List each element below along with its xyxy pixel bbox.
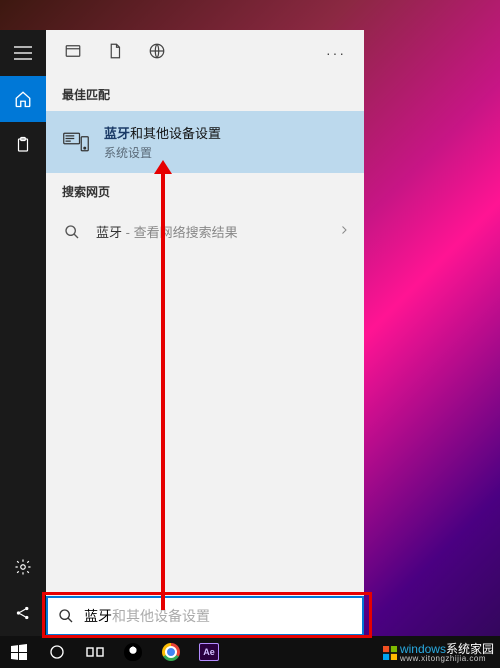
clipboard-icon bbox=[14, 136, 32, 154]
search-icon bbox=[62, 224, 82, 240]
document-icon bbox=[106, 42, 124, 60]
globe-icon bbox=[148, 42, 166, 60]
chevron-right-icon bbox=[338, 223, 350, 241]
menu-icon bbox=[14, 46, 32, 60]
menu-button[interactable] bbox=[0, 30, 46, 76]
search-result-title: 蓝牙和其他设备设置 bbox=[104, 123, 221, 142]
filter-documents-button[interactable] bbox=[106, 42, 124, 65]
cortana-button[interactable] bbox=[38, 636, 76, 668]
qq-icon bbox=[124, 643, 142, 661]
start-button[interactable] bbox=[0, 636, 38, 668]
search-result-subtitle: 系统设置 bbox=[104, 144, 221, 161]
desktop: 回收站 腾讯视频 360极速浏览器 bbox=[0, 0, 500, 668]
chrome-icon bbox=[162, 643, 180, 661]
windows-logo-icon bbox=[383, 646, 397, 660]
search-panel: ··· 最佳匹配 蓝牙和其他设备设置 系统设置 搜索网页 蓝牙 - 查看网络搜索… bbox=[46, 30, 364, 636]
search-web-result-text: 蓝牙 - 查看网络搜索结果 bbox=[96, 222, 238, 241]
more-button[interactable]: ··· bbox=[326, 45, 346, 61]
filter-web-button[interactable] bbox=[148, 42, 166, 65]
task-view-button[interactable] bbox=[76, 636, 114, 668]
section-header-web: 搜索网页 bbox=[46, 173, 364, 208]
circle-icon bbox=[49, 644, 65, 660]
search-sidebar bbox=[0, 30, 46, 636]
apps-icon bbox=[64, 42, 82, 60]
search-result-bluetooth-settings[interactable]: 蓝牙和其他设备设置 系统设置 bbox=[46, 111, 364, 173]
annotation-highlight-box bbox=[42, 592, 372, 638]
gear-icon bbox=[14, 558, 32, 576]
taskbar-app-chrome[interactable] bbox=[152, 636, 190, 668]
share-icon bbox=[14, 604, 32, 622]
sidebar-item-share[interactable] bbox=[0, 590, 46, 636]
section-header-best-match: 最佳匹配 bbox=[46, 76, 364, 111]
devices-icon bbox=[62, 128, 90, 156]
sidebar-item-home[interactable] bbox=[0, 76, 46, 122]
sidebar-item-settings[interactable] bbox=[0, 544, 46, 590]
watermark: windows系统家园 www.xitongzhijia.com bbox=[383, 643, 494, 663]
watermark-url: www.xitongzhijia.com bbox=[400, 655, 494, 663]
taskbar-app-qq[interactable] bbox=[114, 636, 152, 668]
search-web-result[interactable]: 蓝牙 - 查看网络搜索结果 bbox=[46, 208, 364, 255]
after-effects-icon: Ae bbox=[199, 643, 219, 661]
windows-logo-icon bbox=[11, 644, 27, 660]
filter-apps-button[interactable] bbox=[64, 42, 82, 65]
sidebar-item-clipboard[interactable] bbox=[0, 122, 46, 168]
home-icon bbox=[14, 90, 32, 108]
taskbar-app-after-effects[interactable]: Ae bbox=[190, 636, 228, 668]
task-view-icon bbox=[86, 645, 104, 659]
search-filter-row: ··· bbox=[46, 30, 364, 76]
